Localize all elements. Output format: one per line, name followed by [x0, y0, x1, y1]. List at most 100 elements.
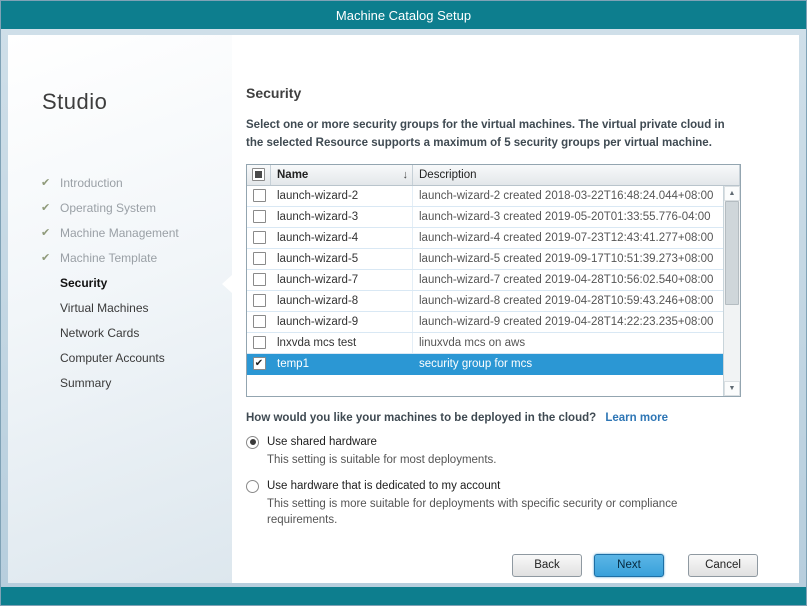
row-checkbox-cell [247, 207, 271, 227]
name-column-label: Name [277, 165, 308, 185]
sidebar-step-network-cards: Network Cards [8, 321, 232, 346]
step-done-check-icon: ✔ [41, 246, 50, 271]
row-checkbox[interactable] [253, 210, 266, 223]
learn-more-link[interactable]: Learn more [605, 412, 668, 424]
step-label: Operating System [60, 201, 156, 215]
step-done-check-icon: ✔ [41, 221, 50, 246]
step-label: Machine Template [60, 251, 157, 265]
row-name: launch-wizard-3 [271, 207, 413, 227]
row-checkbox-cell [247, 333, 271, 353]
radio-label: Use shared hardware [267, 436, 377, 448]
description-column-header[interactable]: Description [413, 165, 740, 185]
back-button[interactable]: Back [512, 554, 582, 577]
table-row[interactable]: temp1security group for mcs [247, 354, 723, 375]
row-name: launch-wizard-5 [271, 249, 413, 269]
scrollbar-track[interactable] [724, 201, 740, 381]
deploy-question: How would you like your machines to be d… [246, 412, 596, 424]
radio-option[interactable]: Use shared hardware [246, 436, 741, 449]
row-description: launch-wizard-5 created 2019-09-17T10:51… [413, 249, 723, 269]
step-label: Computer Accounts [60, 351, 165, 365]
current-step-pointer [222, 275, 232, 293]
row-name: temp1 [271, 354, 413, 374]
scroll-up-icon[interactable]: ▲ [724, 186, 740, 201]
scrollbar-thumb[interactable] [725, 201, 739, 305]
step-label: Introduction [60, 176, 123, 190]
row-checkbox[interactable] [253, 231, 266, 244]
row-name: launch-wizard-9 [271, 312, 413, 332]
table-row[interactable]: launch-wizard-3launch-wizard-3 created 2… [247, 207, 723, 228]
table-row[interactable]: launch-wizard-4launch-wizard-4 created 2… [247, 228, 723, 249]
row-checkbox[interactable] [253, 357, 266, 370]
sidebar-step-operating-system: ✔ Operating System [8, 196, 232, 221]
security-groups-table: Name ↓ Description launch-wizard-2launch… [246, 164, 741, 397]
name-column-header[interactable]: Name ↓ [271, 165, 413, 185]
row-description: launch-wizard-9 created 2019-04-28T14:22… [413, 312, 723, 332]
row-description: launch-wizard-7 created 2019-04-28T10:56… [413, 270, 723, 290]
table-row[interactable]: launch-wizard-2launch-wizard-2 created 2… [247, 186, 723, 207]
table-row[interactable]: launch-wizard-5launch-wizard-5 created 2… [247, 249, 723, 270]
table-scrollbar[interactable]: ▲ ▼ [723, 186, 740, 396]
sidebar-step-computer-accounts: Computer Accounts [8, 346, 232, 371]
intro-text: Select one or more security groups for t… [246, 117, 741, 153]
table-body: launch-wizard-2launch-wizard-2 created 2… [247, 186, 723, 396]
hardware-options: Use shared hardware This setting is suita… [246, 436, 741, 528]
row-checkbox[interactable] [253, 273, 266, 286]
titlebar: Machine Catalog Setup [1, 1, 806, 29]
row-description: launch-wizard-2 created 2018-03-22T16:48… [413, 186, 723, 206]
row-checkbox-cell [247, 186, 271, 206]
radio-description: This setting is suitable for most deploy… [267, 452, 737, 468]
table-row[interactable]: lnxvda mcs testlinuxvda mcs on aws [247, 333, 723, 354]
scroll-down-icon[interactable]: ▼ [724, 381, 740, 396]
sidebar-step-machine-management: ✔ Machine Management [8, 221, 232, 246]
row-checkbox-cell [247, 354, 271, 374]
row-checkbox[interactable] [253, 315, 266, 328]
row-checkbox[interactable] [253, 252, 266, 265]
sidebar-step-summary: Summary [8, 371, 232, 396]
radio-icon[interactable] [246, 436, 259, 449]
row-checkbox-cell [247, 270, 271, 290]
cancel-button[interactable]: Cancel [688, 554, 758, 577]
dialog-frame: Studio ✔ Introduction ✔ Operating System ✔ Ma… [1, 29, 806, 587]
row-name: launch-wizard-2 [271, 186, 413, 206]
row-name: launch-wizard-8 [271, 291, 413, 311]
row-checkbox-cell [247, 291, 271, 311]
row-name: lnxvda mcs test [271, 333, 413, 353]
row-checkbox[interactable] [253, 336, 266, 349]
sort-descending-icon: ↓ [403, 165, 409, 185]
radio-description: This setting is more suitable for deploy… [267, 496, 737, 528]
step-label: Machine Management [60, 226, 179, 240]
step-label: Virtual Machines [60, 301, 149, 315]
step-label: Network Cards [60, 326, 139, 340]
row-checkbox-cell [247, 249, 271, 269]
sidebar-step-introduction: ✔ Introduction [8, 171, 232, 196]
table-row[interactable]: launch-wizard-9launch-wizard-9 created 2… [247, 312, 723, 333]
row-checkbox-cell [247, 312, 271, 332]
hardware-option: Use hardware that is dedicated to my acc… [246, 480, 741, 528]
table-header: Name ↓ Description [247, 165, 740, 186]
wizard-sidebar: Studio ✔ Introduction ✔ Operating System ✔ Ma… [8, 35, 232, 583]
step-label: Security [60, 276, 107, 290]
window-title: Machine Catalog Setup [336, 8, 471, 23]
step-done-check-icon: ✔ [41, 171, 50, 196]
row-description: launch-wizard-8 created 2019-04-28T10:59… [413, 291, 723, 311]
radio-option[interactable]: Use hardware that is dedicated to my acc… [246, 480, 741, 493]
table-row[interactable]: launch-wizard-7launch-wizard-7 created 2… [247, 270, 723, 291]
row-description: launch-wizard-4 created 2019-07-23T12:43… [413, 228, 723, 248]
select-all-header-cell [247, 165, 271, 185]
next-button[interactable]: Next [594, 554, 664, 577]
radio-label: Use hardware that is dedicated to my acc… [267, 480, 500, 492]
table-row[interactable]: launch-wizard-8launch-wizard-8 created 2… [247, 291, 723, 312]
row-checkbox[interactable] [253, 294, 266, 307]
row-description: linuxvda mcs on aws [413, 333, 723, 353]
wizard-steps-list: ✔ Introduction ✔ Operating System ✔ Machine M… [8, 171, 232, 396]
step-done-check-icon: ✔ [41, 196, 50, 221]
sidebar-step-security: Security [8, 271, 232, 296]
hardware-option: Use shared hardware This setting is suita… [246, 436, 741, 468]
select-all-checkbox[interactable] [252, 168, 265, 181]
radio-icon[interactable] [246, 480, 259, 493]
row-checkbox-cell [247, 228, 271, 248]
row-checkbox[interactable] [253, 189, 266, 202]
studio-logo: Studio [42, 89, 232, 115]
step-label: Summary [60, 376, 111, 390]
content-card: Studio ✔ Introduction ✔ Operating System ✔ Ma… [8, 35, 799, 583]
